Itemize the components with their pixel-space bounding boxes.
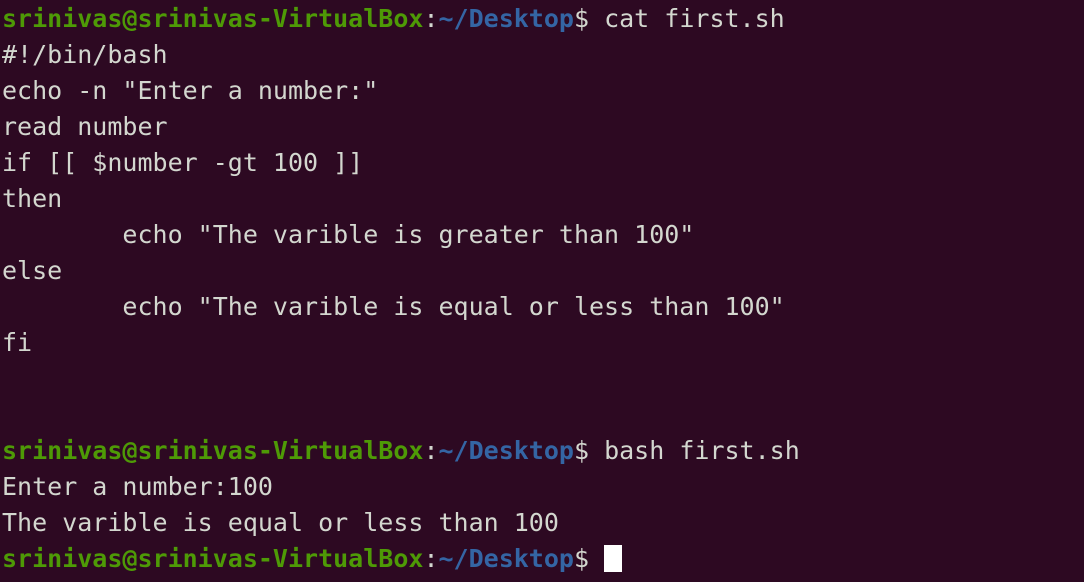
prompt-colon: : [423, 436, 439, 465]
prompt-colon: : [423, 544, 439, 573]
output-text: echo "The varible is greater than 100" [2, 220, 695, 249]
prompt-path: ~/Desktop [438, 4, 574, 33]
terminal-output-line: else [2, 253, 1084, 289]
prompt-path: ~/Desktop [438, 436, 574, 465]
terminal-output-line: #!/bin/bash [2, 37, 1084, 73]
terminal-prompt-line: srinivas@srinivas-VirtualBox:~/Desktop$ [2, 541, 1084, 577]
terminal-output-line: then [2, 181, 1084, 217]
output-text: if [[ $number -gt 100 ]] [2, 148, 364, 177]
output-text: else [2, 256, 63, 285]
terminal-output-line: echo "The varible is equal or less than … [2, 289, 1084, 325]
prompt-path: ~/Desktop [438, 544, 574, 573]
output-text: echo -n "Enter a number:" [2, 76, 379, 105]
prompt-user-host: srinivas@srinivas-VirtualBox [2, 436, 424, 465]
output-text: #!/bin/bash [2, 40, 168, 69]
output-text: fi [2, 328, 33, 357]
output-text: The varible is equal or less than 100 [2, 508, 559, 537]
terminal-output-line: fi [2, 325, 1084, 361]
prompt-command: bash first.sh [589, 436, 800, 465]
terminal-output-line [2, 397, 1084, 433]
terminal-output-line: echo "The varible is greater than 100" [2, 217, 1084, 253]
terminal-output-line: if [[ $number -gt 100 ]] [2, 145, 1084, 181]
prompt-sigil: $ [573, 4, 590, 33]
output-text: Enter a number:100 [2, 472, 273, 501]
prompt-user-host: srinivas@srinivas-VirtualBox [2, 544, 424, 573]
prompt-sigil: $ [573, 544, 590, 573]
terminal-output-line [2, 361, 1084, 397]
prompt-user-host: srinivas@srinivas-VirtualBox [2, 4, 424, 33]
prompt-sigil: $ [573, 436, 590, 465]
prompt-command: cat first.sh [589, 4, 785, 33]
terminal-prompt-line: srinivas@srinivas-VirtualBox:~/Desktop$ … [2, 1, 1084, 37]
prompt-command [589, 544, 604, 573]
output-text: echo "The varible is equal or less than … [2, 292, 785, 321]
terminal-output-line: echo -n "Enter a number:" [2, 73, 1084, 109]
text-cursor [604, 545, 623, 572]
prompt-colon: : [423, 4, 439, 33]
terminal-window[interactable]: srinivas@srinivas-VirtualBox:~/Desktop$ … [0, 0, 1084, 582]
terminal-prompt-line: srinivas@srinivas-VirtualBox:~/Desktop$ … [2, 433, 1084, 469]
output-text: read number [2, 112, 168, 141]
terminal-screen[interactable]: srinivas@srinivas-VirtualBox:~/Desktop$ … [2, 1, 1084, 582]
terminal-output-line: read number [2, 109, 1084, 145]
output-text: then [2, 184, 63, 213]
terminal-output-line: The varible is equal or less than 100 [2, 505, 1084, 541]
terminal-output-line: Enter a number:100 [2, 469, 1084, 505]
